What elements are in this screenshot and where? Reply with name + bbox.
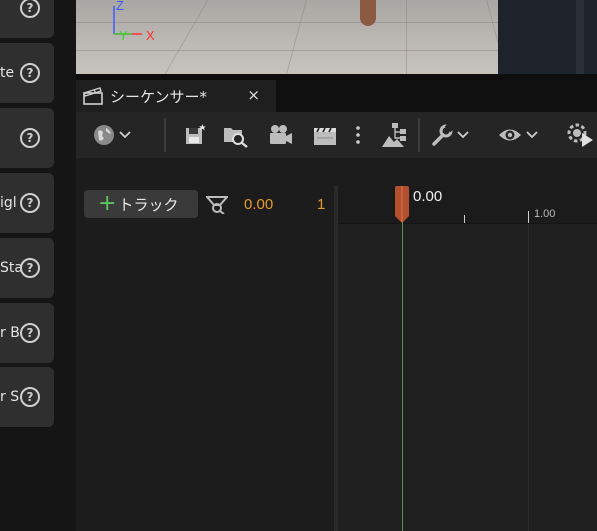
property-label: igl [0, 195, 17, 211]
sequencer-body: + トラック 0.00 1 1.00 0.00 [76, 158, 597, 531]
chevron-down-icon [119, 129, 131, 142]
hierarchy-icon [382, 123, 406, 147]
help-icon[interactable]: ? [20, 258, 40, 278]
grid-line [528, 224, 529, 531]
camera-icon [270, 125, 292, 144]
level-viewport[interactable]: Z Y X [76, 0, 597, 74]
help-icon[interactable]: ? [20, 323, 40, 343]
add-track-button[interactable]: + トラック [84, 190, 198, 218]
help-icon[interactable]: ? [20, 193, 40, 213]
floor-tile-line [164, 0, 209, 74]
property-row[interactable]: Sta ? [0, 238, 54, 298]
playhead-time-label: 0.00 [413, 188, 443, 205]
gizmo-y-label: Y [119, 28, 128, 43]
tab-sequencer[interactable]: シーケンサー* × [76, 80, 276, 112]
filter-icon[interactable] [206, 194, 228, 214]
property-label: te [0, 65, 15, 81]
ruler-tick-label: 1.00 [534, 208, 556, 220]
save-icon [186, 124, 206, 144]
timeline-area[interactable]: 1.00 0.00 [338, 186, 597, 531]
character-hand [360, 0, 376, 26]
property-row[interactable]: igl ? [0, 173, 54, 233]
world-menu-button[interactable] [93, 122, 131, 148]
more-vertical-icon [356, 126, 360, 144]
toolbar-separator [164, 118, 166, 152]
sequencer-toolbar [76, 112, 597, 158]
floor-tile-line [286, 0, 307, 74]
eye-icon [499, 129, 521, 141]
axis-gizmo [113, 6, 142, 35]
end-time-field[interactable]: 1 [317, 196, 333, 213]
world-icon [94, 125, 114, 145]
help-icon[interactable]: ? [20, 387, 40, 407]
floor-tile-line [406, 0, 407, 74]
add-track-label: トラック [118, 195, 179, 214]
toolbar-separator [418, 118, 420, 152]
browse-icon [224, 128, 248, 148]
playhead-handle[interactable] [393, 186, 411, 224]
camera-button[interactable] [268, 122, 294, 148]
ruler-tick [528, 211, 529, 223]
close-icon[interactable]: × [247, 86, 260, 104]
property-row[interactable]: r S ? [0, 367, 54, 427]
wrench-icon [432, 124, 453, 146]
property-row[interactable]: ? [0, 0, 54, 38]
ruler-tick [464, 215, 465, 223]
help-icon[interactable]: ? [20, 128, 40, 148]
clapperboard-icon [314, 127, 336, 145]
details-panel: ? te ? ? igl ? Sta ? r B ? r S ? [0, 0, 76, 531]
help-icon[interactable]: ? [20, 0, 40, 18]
chevron-down-icon [457, 129, 469, 142]
property-row[interactable]: te ? [0, 43, 54, 103]
property-row[interactable]: ? [0, 108, 54, 168]
start-time-field[interactable]: 0.00 [244, 196, 273, 213]
property-label: r B [0, 325, 20, 341]
browse-button[interactable] [222, 122, 250, 148]
save-button[interactable] [184, 122, 206, 148]
view-options-button[interactable] [498, 122, 538, 148]
sequencer-tab-bar: シーケンサー* × [76, 80, 597, 112]
tab-title: シーケンサー* [110, 87, 208, 106]
hierarchy-button[interactable] [380, 122, 408, 148]
help-icon[interactable]: ? [20, 63, 40, 83]
render-movie-button[interactable] [312, 122, 338, 148]
tools-menu-button[interactable] [431, 122, 469, 148]
playhead-line [402, 216, 403, 531]
outliner-header: + トラック 0.00 1 [76, 158, 334, 224]
render-settings-icon [567, 123, 593, 147]
more-options-button[interactable] [354, 122, 362, 148]
property-row[interactable]: r B ? [0, 303, 54, 363]
gizmo-z-label: Z [116, 0, 124, 13]
render-settings-button[interactable] [566, 122, 597, 148]
add-icon: + [98, 191, 117, 216]
property-label: r S [0, 389, 20, 405]
time-ruler[interactable]: 1.00 0.00 [338, 186, 597, 224]
gizmo-x-label: X [146, 28, 155, 43]
chevron-down-icon [526, 129, 538, 142]
clapperboard-icon [83, 87, 103, 105]
character-jeans-seam [576, 0, 584, 74]
